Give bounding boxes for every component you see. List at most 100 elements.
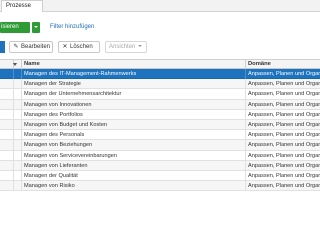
column-separator	[245, 79, 246, 90]
cell-name[interactable]: Managen des IT-Management-Rahmenwerks	[24, 69, 244, 79]
column-separator	[13, 69, 14, 79]
cell-domain[interactable]: Anpassen, Planen und Organ	[248, 100, 320, 110]
close-icon: ✕	[62, 44, 68, 50]
row-select-cell[interactable]	[0, 161, 13, 171]
primary-action-button[interactable]: isieren	[0, 22, 30, 33]
views-dropdown-button[interactable]: Ansichten	[105, 41, 147, 53]
cell-domain[interactable]: Anpassen, Planen und Organ	[248, 130, 320, 140]
table-row[interactable]: Managen der Strategie Anpassen, Planen un…	[0, 79, 320, 90]
process-table: Name Domäne Managen des IT-Management-Ra…	[0, 59, 320, 192]
table-row[interactable]: Managen von Servicevereinbarungen Anpasse…	[0, 150, 320, 161]
column-separator	[13, 89, 14, 100]
column-separator	[245, 170, 246, 181]
column-header-name[interactable]: Name	[24, 60, 244, 69]
column-separator	[245, 150, 246, 161]
column-separator	[21, 119, 22, 130]
delete-button[interactable]: ✕ Löschen	[58, 41, 100, 53]
column-separator	[245, 119, 246, 130]
column-separator	[245, 99, 246, 110]
table-row[interactable]: Managen des Portfolios Anpassen, Planen u…	[0, 109, 320, 120]
row-select-cell[interactable]	[0, 181, 13, 191]
cell-name[interactable]: Managen von Budget und Kosten	[24, 120, 244, 130]
column-separator	[245, 130, 246, 141]
row-select-cell[interactable]	[0, 110, 13, 120]
table-row[interactable]: Managen des Personals Anpassen, Planen un…	[0, 130, 320, 141]
column-separator	[21, 170, 22, 181]
table-row[interactable]: Managen des IT-Management-Rahmenwerks Anp…	[0, 69, 320, 80]
cell-domain[interactable]: Anpassen, Planen und Organ	[248, 161, 320, 171]
row-select-cell[interactable]	[0, 89, 13, 99]
column-separator	[21, 160, 22, 171]
column-separator	[245, 160, 246, 171]
cell-name[interactable]: Managen des Personals	[24, 130, 244, 140]
table-row[interactable]: Managen von Innovationen Anpassen, Planen…	[0, 99, 320, 110]
cell-domain[interactable]: Anpassen, Planen und Organ	[248, 140, 320, 150]
row-select-cell[interactable]	[0, 140, 13, 150]
views-button-label: Ansichten	[109, 44, 136, 50]
cell-name[interactable]: Managen des Portfolios	[24, 110, 244, 120]
column-separator	[21, 89, 22, 100]
column-separator	[245, 181, 246, 192]
tab-prozesse[interactable]: Prozesse	[1, 0, 43, 12]
primary-action-dropdown-button[interactable]	[32, 22, 40, 33]
row-select-cell[interactable]	[0, 130, 13, 140]
chevron-down-icon	[138, 45, 143, 48]
row-select-cell[interactable]	[0, 79, 13, 89]
cell-domain[interactable]: Anpassen, Planen und Organ	[248, 79, 320, 89]
row-select-cell[interactable]	[0, 120, 13, 130]
cell-name[interactable]: Managen von Innovationen	[24, 100, 244, 110]
cell-domain[interactable]: Anpassen, Planen und Organ	[248, 110, 320, 120]
row-select-cell[interactable]	[0, 100, 13, 110]
cell-name[interactable]: Managen von Beziehungen	[24, 140, 244, 150]
edit-button[interactable]: ✎ Bearbeiten	[9, 41, 53, 53]
column-separator	[21, 140, 22, 151]
cell-name[interactable]: Managen von Lieferanten	[24, 161, 244, 171]
table-row[interactable]: Managen von Risiko Anpassen, Planen und O…	[0, 181, 320, 192]
add-filter-link[interactable]: Filter hinzufügen	[50, 22, 94, 33]
table-row[interactable]: Managen von Budget und Kosten Anpassen, P…	[0, 119, 320, 131]
column-separator	[13, 79, 14, 90]
column-separator	[21, 109, 22, 120]
row-select-cell[interactable]	[0, 151, 13, 161]
column-separator	[13, 99, 14, 110]
column-separator	[13, 181, 14, 192]
table-row[interactable]: Managen der Qualität Anpassen, Planen und…	[0, 170, 320, 182]
cell-domain[interactable]: Anpassen, Planen und Organ	[248, 151, 320, 161]
cell-domain[interactable]: Anpassen, Planen und Organ	[248, 171, 320, 181]
column-header-domain[interactable]: Domäne	[248, 60, 320, 69]
table-row[interactable]: Managen von Beziehungen Anpassen, Planen …	[0, 140, 320, 151]
table-header: Name Domäne	[0, 59, 320, 69]
sort-down-icon[interactable]	[13, 63, 17, 66]
pencil-icon: ✎	[13, 44, 19, 50]
cell-name[interactable]: Managen der Qualität	[24, 171, 244, 181]
edit-button-label: Bearbeiten	[21, 44, 51, 50]
cell-name[interactable]: Managen von Servicevereinbarungen	[24, 151, 244, 161]
column-separator	[13, 109, 14, 120]
column-separator	[13, 150, 14, 161]
cell-domain[interactable]: Anpassen, Planen und Organ	[248, 69, 320, 79]
column-separator	[21, 79, 22, 90]
cell-name[interactable]: Managen von Risiko	[24, 181, 244, 191]
column-separator	[21, 150, 22, 161]
filter-bar: isieren Filter hinzufügen	[0, 22, 320, 34]
row-select-cell[interactable]	[0, 69, 13, 79]
column-separator	[245, 140, 246, 151]
row-select-cell[interactable]	[0, 171, 13, 181]
column-separator	[13, 130, 14, 141]
column-separator	[13, 160, 14, 171]
column-separator	[21, 60, 22, 69]
toolbar-new-button[interactable]	[0, 41, 5, 53]
cell-domain[interactable]: Anpassen, Planen und Organ	[248, 89, 320, 99]
top-tab-bar: Prozesse	[0, 0, 320, 12]
cell-domain[interactable]: Anpassen, Planen und Organ	[248, 120, 320, 130]
table-row[interactable]: Managen der Unternehmensarchitektur Anpas…	[0, 89, 320, 100]
cell-domain[interactable]: Anpassen, Planen und Organ	[248, 181, 320, 191]
cell-name[interactable]: Managen der Strategie	[24, 79, 244, 89]
column-separator	[21, 130, 22, 141]
column-separator	[245, 109, 246, 120]
column-separator	[245, 69, 246, 79]
cell-name[interactable]: Managen der Unternehmensarchitektur	[24, 89, 244, 99]
table-row[interactable]: Managen von Lieferanten Anpassen, Planen …	[0, 160, 320, 171]
column-separator	[21, 69, 22, 79]
column-separator	[13, 119, 14, 130]
